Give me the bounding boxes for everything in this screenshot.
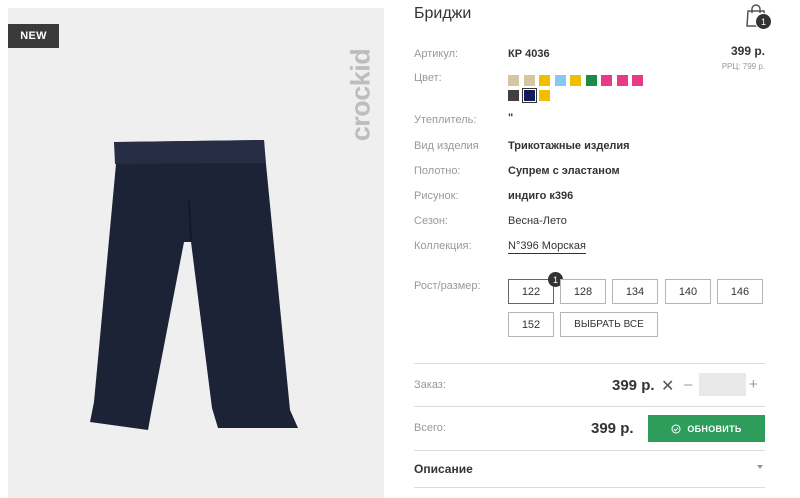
product-type-value: Трикотажные изделия <box>508 140 630 152</box>
order-price: 399 р. <box>612 377 655 394</box>
product-image: NEW crockid <box>8 8 384 498</box>
divider <box>414 487 765 488</box>
color-swatch[interactable] <box>570 75 581 86</box>
size-option-label: 134 <box>625 285 645 298</box>
divider <box>414 450 765 451</box>
shorts-illustration <box>90 140 298 430</box>
size-label: Рост/размер: <box>414 280 481 292</box>
color-swatch[interactable] <box>585 75 597 86</box>
chevron-down-icon[interactable] <box>757 465 763 469</box>
fabric-label: Полотно: <box>414 165 461 177</box>
total-label: Всего: <box>414 422 446 434</box>
color-swatch[interactable] <box>508 75 519 86</box>
size-option-140[interactable]: 140 <box>665 279 711 304</box>
recommended-retail-price: РРЦ: 799 р. <box>721 62 765 71</box>
update-button[interactable]: ОБНОВИТЬ <box>648 415 765 442</box>
size-option-146[interactable]: 146 <box>717 279 763 304</box>
insulation-value: " <box>508 112 514 124</box>
divider <box>414 406 765 407</box>
season-label: Сезон: <box>414 215 448 227</box>
size-option-134[interactable]: 134 <box>612 279 658 304</box>
size-option-label: 152 <box>521 318 541 331</box>
collection-label: Коллекция: <box>414 240 472 252</box>
color-swatch[interactable] <box>539 75 550 86</box>
color-swatch[interactable] <box>523 75 535 86</box>
product-type-label: Вид изделия <box>414 140 479 152</box>
fabric-value: Супрем с эластаном <box>508 165 620 177</box>
color-swatch[interactable] <box>601 75 612 86</box>
insulation-label: Утеплитель: <box>414 114 477 126</box>
size-option-label: 122 <box>521 285 541 298</box>
size-option-label: 146 <box>730 285 750 298</box>
collection-link[interactable]: N°396 Морская <box>508 240 586 254</box>
quantity-decrease-button[interactable]: – <box>684 376 692 393</box>
brand-watermark: crockid <box>344 20 378 170</box>
description-toggle[interactable]: Описание <box>414 462 473 476</box>
size-option-152[interactable]: 152 <box>508 312 554 337</box>
cart-count-badge: 1 <box>755 13 772 30</box>
remove-order-button[interactable]: ✕ <box>661 376 674 396</box>
price: 399 р. <box>730 44 765 58</box>
season-value: Весна-Лето <box>508 215 567 227</box>
update-button-label: ОБНОВИТЬ <box>687 423 742 434</box>
quantity-increase-button[interactable]: + <box>749 376 758 393</box>
product-title: Бриджи <box>414 5 472 22</box>
pattern-value: индиго к396 <box>508 190 574 202</box>
color-swatch[interactable] <box>632 75 643 86</box>
new-badge: NEW <box>8 24 59 48</box>
select-all-sizes-button[interactable]: ВЫБРАТЬ ВСЕ <box>560 312 658 337</box>
size-option-label: 128 <box>573 285 593 298</box>
article-label: Артикул: <box>414 48 459 60</box>
pattern-label: Рисунок: <box>414 190 459 202</box>
color-swatch[interactable] <box>616 75 628 86</box>
size-option-128[interactable]: 128 <box>560 279 606 304</box>
total-price: 399 р. <box>591 420 634 437</box>
color-swatch[interactable] <box>539 90 550 101</box>
divider <box>414 363 765 364</box>
color-swatch[interactable] <box>554 75 566 86</box>
order-label: Заказ: <box>414 379 446 391</box>
color-swatch[interactable] <box>521 88 537 103</box>
check-circle-icon <box>671 424 681 433</box>
size-option-label: 140 <box>678 285 698 298</box>
article-value: КР 4036 <box>508 48 550 60</box>
color-swatch[interactable] <box>508 90 519 101</box>
brand-logo: crockid <box>345 48 376 142</box>
quantity-input[interactable] <box>699 373 746 396</box>
size-option-122[interactable]: 122 1 <box>508 272 563 304</box>
color-label: Цвет: <box>414 72 442 84</box>
